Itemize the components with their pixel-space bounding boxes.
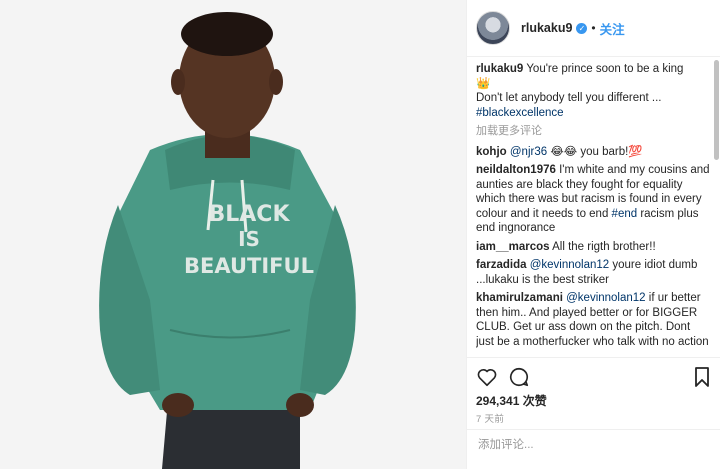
comment-username[interactable]: neildalton1976 xyxy=(476,164,556,176)
post-timestamp[interactable]: 7 天前 xyxy=(476,411,504,425)
comment-username[interactable]: farzadida xyxy=(476,259,527,271)
comment-text: 😂😂 you barb!💯 xyxy=(547,145,643,158)
header-username[interactable]: rlukaku9 xyxy=(521,21,572,35)
comment-username[interactable]: iam__marcos xyxy=(476,241,550,253)
comment-text: All the rigth brother!! xyxy=(549,240,656,253)
post-header: rlukaku9 ✓ • 关注 xyxy=(467,0,720,57)
comment-item: farzadida @kevinnolan12 youre idiot dumb… xyxy=(476,258,711,287)
child-in-hoodie-image: BLACK IS BEAUTIFUL xyxy=(0,0,466,469)
caption-hashtag[interactable]: #blackexcellence xyxy=(476,107,564,119)
comment-mention[interactable]: @kevinnolan12 xyxy=(530,259,609,271)
shirt-text-line1: BLACK xyxy=(208,202,290,227)
comment-item: iam__marcos All the rigth brother!! xyxy=(476,240,711,255)
avatar[interactable] xyxy=(476,11,510,45)
caption: rlukaku9 You're prince soon to be a king… xyxy=(476,62,711,120)
add-comment-input[interactable] xyxy=(476,438,710,452)
comment-item: khamirulzamani @kevinnolan12 if ur bette… xyxy=(476,291,711,349)
action-icons-row xyxy=(476,366,712,388)
comment-item: kohjo @njr36 😂😂 you barb!💯 xyxy=(476,145,711,160)
heart-icon[interactable] xyxy=(476,366,498,388)
load-more-comments-link[interactable]: 加载更多评论 xyxy=(476,124,711,139)
comment-bubble-icon[interactable] xyxy=(508,366,530,388)
comments-scrollbar[interactable] xyxy=(714,60,719,160)
comments-list: rlukaku9 You're prince soon to be a king… xyxy=(476,62,711,356)
post-side-panel: rlukaku9 ✓ • 关注 rlukaku9 You're prince s… xyxy=(466,0,720,469)
comment-mention[interactable]: @njr36 xyxy=(510,146,547,158)
header-separator: • xyxy=(591,21,596,35)
shirt-text-line2: IS xyxy=(238,227,260,251)
comment-mention[interactable]: @kevinnolan12 xyxy=(566,292,645,304)
add-comment-bar xyxy=(467,429,720,470)
like-count[interactable]: 294,341 次赞 xyxy=(476,392,547,409)
comment-hashtag[interactable]: #end xyxy=(612,208,638,220)
comment-item: neildalton1976 I'm white and my cousins … xyxy=(476,163,711,236)
caption-username[interactable]: rlukaku9 xyxy=(476,63,523,75)
follow-button[interactable]: 关注 xyxy=(600,19,625,38)
comment-username[interactable]: khamirulzamani xyxy=(476,292,563,304)
verified-badge-icon: ✓ xyxy=(576,22,588,34)
post-photo[interactable]: BLACK IS BEAUTIFUL xyxy=(0,0,466,469)
crown-emoji-icon: 👑 xyxy=(476,77,491,90)
caption-text-1: You're prince soon to be a king xyxy=(526,63,684,75)
caption-text-2: Don't let anybody tell you different ... xyxy=(476,92,662,104)
shirt-text-line3: BEAUTIFUL xyxy=(184,254,314,278)
comment-username[interactable]: kohjo xyxy=(476,146,507,158)
bookmark-icon[interactable] xyxy=(692,366,712,388)
